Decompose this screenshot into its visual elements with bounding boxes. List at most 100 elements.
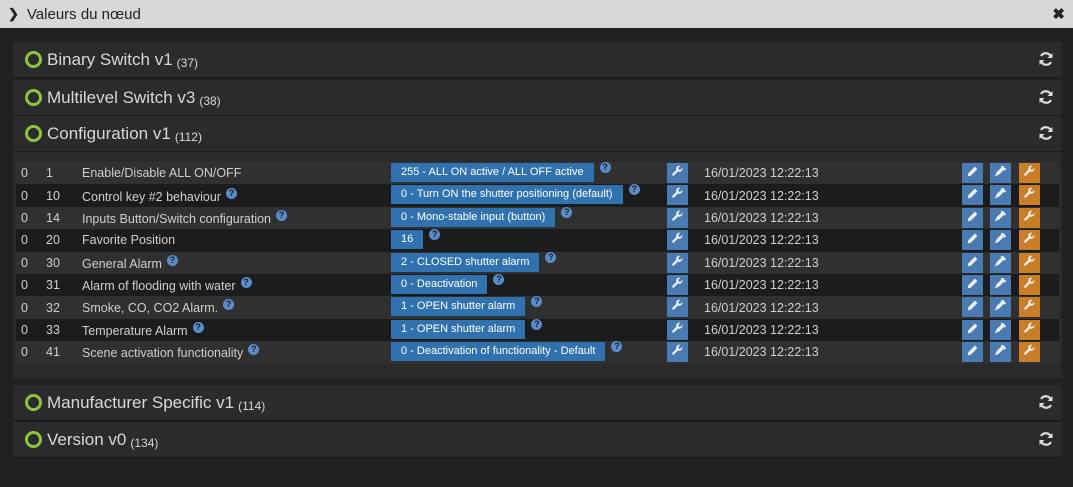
- edit-button[interactable]: [962, 319, 983, 340]
- set-value-button[interactable]: [667, 207, 688, 228]
- panel-header[interactable]: Manufacturer Specific v1 (114): [13, 385, 1062, 421]
- panel-header[interactable]: Multilevel Switch v3 (38): [13, 80, 1062, 116]
- timestamp: 16/01/2023 12:22:13: [704, 300, 819, 315]
- value-badge[interactable]: 1 - OPEN shutter alarm?: [391, 296, 543, 317]
- help-icon[interactable]: ?: [561, 206, 573, 218]
- value-badge[interactable]: 0 - Mono-stable input (button)?: [391, 206, 573, 227]
- edit-button[interactable]: [962, 207, 983, 228]
- config-button[interactable]: [1019, 297, 1040, 318]
- set-value-button[interactable]: [667, 319, 688, 340]
- edit-button[interactable]: [962, 185, 983, 206]
- config-button[interactable]: [1019, 230, 1040, 251]
- value-text: 1 - OPEN shutter alarm: [401, 322, 516, 335]
- refresh-icon[interactable]: [1038, 431, 1054, 447]
- value-badge[interactable]: 255 - ALL ON active / ALL OFF active?: [391, 162, 611, 182]
- eyedropper-icon: [994, 277, 1007, 293]
- index: 31: [46, 278, 60, 293]
- refresh-icon[interactable]: [1038, 89, 1054, 105]
- help-icon[interactable]: ?: [599, 162, 611, 173]
- edit-button[interactable]: [962, 297, 983, 318]
- poll-button[interactable]: [990, 185, 1011, 206]
- config-button[interactable]: [1019, 163, 1040, 183]
- help-icon[interactable]: ?: [240, 277, 252, 289]
- help-icon[interactable]: ?: [225, 187, 237, 199]
- close-icon[interactable]: ✖: [1052, 5, 1065, 23]
- edit-button[interactable]: [962, 274, 983, 295]
- panel-count: (37): [176, 55, 199, 70]
- param-label: Favorite Position: [82, 233, 175, 247]
- poll-button[interactable]: [990, 297, 1011, 318]
- poll-button[interactable]: [990, 274, 1011, 295]
- poll-button[interactable]: [990, 319, 1011, 340]
- panel-header[interactable]: Configuration v1 (112): [13, 116, 1062, 152]
- param-label-text: Inputs Button/Switch configuration: [82, 212, 272, 227]
- wrench-icon: [1023, 187, 1036, 203]
- poll-button[interactable]: [990, 252, 1011, 273]
- value-text: 0 - Mono-stable input (button): [401, 210, 546, 223]
- panel-count: (114): [238, 398, 266, 413]
- eyedropper-icon: [994, 322, 1007, 338]
- timestamp: 16/01/2023 12:22:13: [704, 233, 819, 248]
- set-value-button[interactable]: [667, 342, 688, 363]
- timestamp: 16/01/2023 12:22:13: [704, 188, 819, 203]
- value-badge[interactable]: 0 - Deactivation of functionality - Defa…: [391, 341, 623, 362]
- set-value-button[interactable]: [667, 185, 688, 206]
- poll-button[interactable]: [990, 207, 1011, 228]
- help-icon[interactable]: ?: [628, 184, 640, 196]
- set-value-button[interactable]: [667, 163, 688, 183]
- refresh-icon[interactable]: [1038, 125, 1054, 141]
- instance: 0: [21, 255, 28, 270]
- set-value-button[interactable]: [667, 252, 688, 273]
- config-button[interactable]: [1019, 319, 1040, 340]
- eyedropper-icon: [994, 210, 1007, 226]
- instance: 0: [21, 345, 28, 360]
- help-icon[interactable]: ?: [276, 209, 288, 221]
- panel-header[interactable]: Binary Switch v1 (37): [13, 42, 1062, 78]
- edit-button[interactable]: [962, 230, 983, 251]
- help-icon[interactable]: ?: [248, 344, 260, 356]
- value-text: 1 - OPEN shutter alarm: [401, 300, 516, 313]
- value-text: 255 - ALL ON active / ALL OFF active: [401, 166, 584, 178]
- help-icon[interactable]: ?: [223, 299, 235, 311]
- edit-button[interactable]: [962, 252, 983, 273]
- edit-button[interactable]: [962, 163, 983, 183]
- config-button[interactable]: [1019, 185, 1040, 206]
- help-icon[interactable]: ?: [531, 318, 543, 330]
- value-badge[interactable]: 1 - OPEN shutter alarm?: [391, 318, 543, 339]
- config-button[interactable]: [1019, 207, 1040, 228]
- poll-button[interactable]: [990, 342, 1011, 363]
- set-value-button[interactable]: [667, 297, 688, 318]
- set-value-button[interactable]: [667, 274, 688, 295]
- param-label-text: Enable/Disable ALL ON/OFF: [82, 166, 242, 181]
- value-badge[interactable]: 0 - Turn ON the shutter positioning (def…: [391, 184, 640, 205]
- refresh-icon[interactable]: [1038, 394, 1054, 410]
- poll-button[interactable]: [990, 163, 1011, 183]
- help-icon[interactable]: ?: [545, 251, 557, 263]
- config-button[interactable]: [1019, 274, 1040, 295]
- panel-header[interactable]: Version v0 (134): [13, 422, 1062, 458]
- index: 1: [46, 166, 53, 181]
- help-icon[interactable]: ?: [493, 273, 505, 285]
- help-icon[interactable]: ?: [531, 296, 543, 308]
- value-badge[interactable]: 0 - Deactivation?: [391, 273, 505, 294]
- instance: 0: [21, 233, 28, 248]
- refresh-icon[interactable]: [1038, 51, 1054, 67]
- eyedropper-icon: [994, 344, 1007, 360]
- table-row: 0 32 Smoke, CO, CO2 Alarm.? 1 - OPEN shu…: [16, 296, 1059, 319]
- value-badge[interactable]: 2 - CLOSED shutter alarm?: [391, 251, 557, 272]
- poll-button[interactable]: [990, 230, 1011, 251]
- value-badge[interactable]: 16?: [391, 229, 441, 250]
- config-button[interactable]: [1019, 342, 1040, 363]
- config-button[interactable]: [1019, 252, 1040, 273]
- help-icon[interactable]: ?: [166, 254, 178, 266]
- panel-configuration-v1: Configuration v1 (112) 0 1 Enable/Disable…: [13, 116, 1062, 378]
- set-value-button[interactable]: [667, 230, 688, 251]
- help-icon[interactable]: ?: [192, 321, 204, 333]
- help-icon[interactable]: ?: [611, 341, 623, 353]
- eyedropper-icon: [994, 165, 1007, 181]
- chevron-right-icon[interactable]: ❯: [8, 6, 19, 22]
- panel-manufacturer-specific-v1: Manufacturer Specific v1 (114): [13, 385, 1062, 421]
- edit-button[interactable]: [962, 342, 983, 363]
- help-icon[interactable]: ?: [429, 229, 441, 241]
- status-ring-icon: [25, 431, 42, 448]
